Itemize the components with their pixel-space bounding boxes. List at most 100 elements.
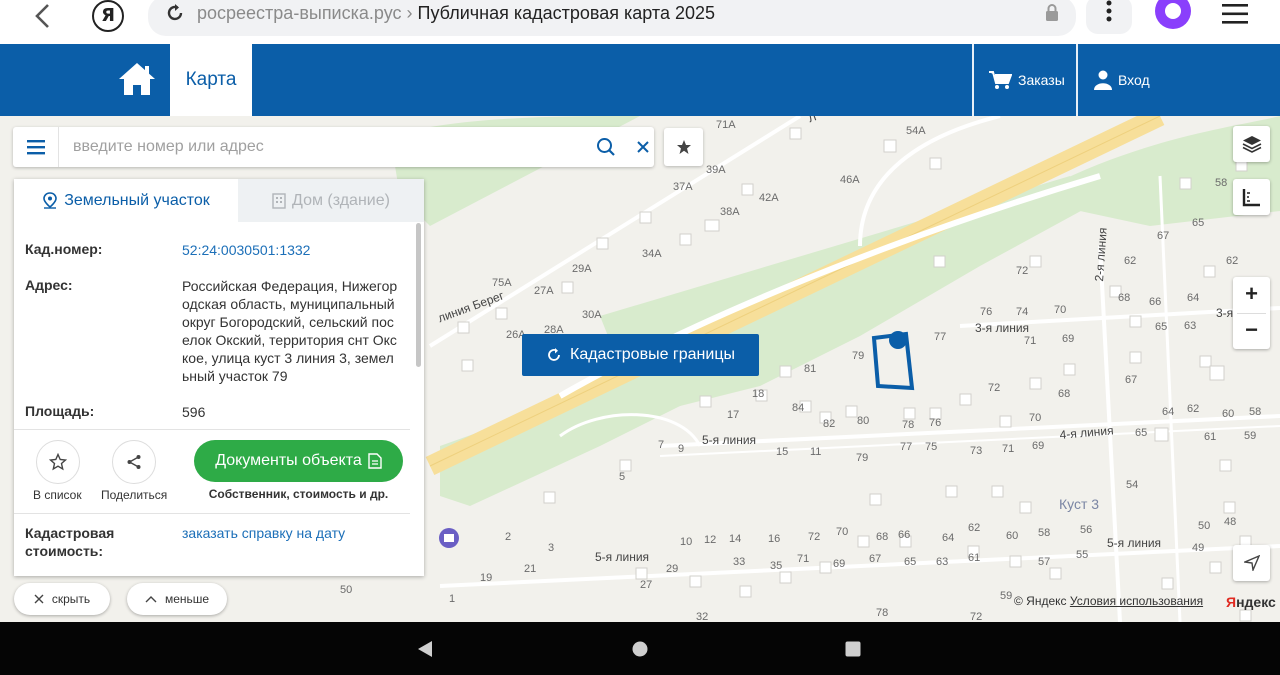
cad-number-label: Кад.номер: <box>25 241 103 257</box>
cadastral-boundaries-button[interactable]: Кадастровые границы <box>522 334 759 376</box>
orders-label: Заказы <box>1018 72 1065 88</box>
place-label: Куст 3 <box>1059 496 1100 512</box>
map-label: 30А <box>582 309 602 321</box>
nav-recents-icon[interactable] <box>845 641 861 657</box>
tab-map[interactable]: Карта <box>170 44 252 116</box>
panel-scrollbar[interactable] <box>416 223 421 367</box>
map-label: 1 <box>449 593 456 605</box>
user-icon <box>1094 70 1112 90</box>
map-label: 82 <box>823 418 836 430</box>
map-label: 64 <box>942 532 955 544</box>
object-info-panel: Земельный участок Дом (здание) Кад.номер… <box>14 179 424 576</box>
map-label: 70 <box>1029 412 1042 424</box>
back-arrow-icon[interactable] <box>28 2 60 34</box>
url-host: росреестра-выписка.рус <box>197 3 402 23</box>
map-copyright: © Яндекс Условия использования <box>1014 594 1203 608</box>
star-outline-icon <box>49 453 67 471</box>
yandex-browser-icon[interactable]: Я <box>92 0 124 32</box>
map-label: 77 <box>934 331 947 343</box>
reload-icon[interactable] <box>164 2 186 24</box>
ruler-button[interactable] <box>1233 179 1270 215</box>
map-label: 65 <box>1192 217 1205 229</box>
object-documents-button[interactable]: Документы объекта <box>194 440 403 482</box>
login-button[interactable]: Вход <box>1094 44 1150 116</box>
map-label: 58 <box>1215 177 1228 189</box>
area-label: Площадь: <box>25 403 95 419</box>
map-label: 7 <box>658 439 665 451</box>
map-label: 60 <box>1222 408 1235 420</box>
add-to-list-label: В список <box>33 488 82 502</box>
alice-assistant-icon[interactable] <box>1154 0 1192 30</box>
map-label: 74 <box>1016 306 1029 318</box>
url-text[interactable]: росреестра-выписка.рус › Публичная кадас… <box>197 3 715 24</box>
layers-button[interactable] <box>1233 126 1270 162</box>
terms-link[interactable]: Условия использования <box>1070 594 1203 608</box>
search-bar <box>13 127 654 167</box>
map-label: 61 <box>968 552 981 564</box>
map-label: 57 <box>1038 556 1051 568</box>
lock-icon <box>1046 4 1058 21</box>
header-divider <box>972 44 974 116</box>
map-label: 50 <box>340 584 353 596</box>
map-label: 65 <box>904 556 917 568</box>
zoom-in-button[interactable]: + <box>1233 277 1270 313</box>
browser-toolbar: Я росреестра-выписка.рус › Публичная кад… <box>0 0 1280 44</box>
yandex-logo-letter: Я <box>1226 594 1237 610</box>
login-label: Вход <box>1118 72 1150 88</box>
share-button[interactable] <box>112 440 156 484</box>
hide-button[interactable]: скрыть <box>14 583 110 615</box>
search-menu-button[interactable] <box>13 127 59 167</box>
map-label: 78 <box>876 607 889 619</box>
map-label: 72 <box>808 531 821 543</box>
hide-label: скрыть <box>51 592 91 606</box>
map-label: 54 <box>1126 479 1139 491</box>
map-label: 65 <box>1135 427 1148 439</box>
docs-button-label: Документы объекта <box>215 452 362 469</box>
map-label: 39А <box>706 164 726 176</box>
address-label: Адрес: <box>25 277 73 293</box>
favorites-button[interactable] <box>664 128 703 166</box>
address-value: Российская Федерация, Нижегородская обла… <box>182 278 398 384</box>
order-certificate-link[interactable]: заказать справку на дату <box>182 524 345 542</box>
map-label: 67 <box>1157 230 1170 242</box>
less-button[interactable]: меньше <box>127 583 227 615</box>
map-label: 72 <box>988 382 1001 394</box>
map-label: 35 <box>770 560 783 572</box>
search-input[interactable] <box>73 136 573 158</box>
orders-button[interactable]: Заказы <box>988 44 1065 116</box>
document-icon <box>368 453 382 469</box>
tab-house[interactable]: Дом (здание) <box>238 179 424 222</box>
map-label: 61 <box>1204 431 1217 443</box>
cad-number-value[interactable]: 52:24:0030501:1332 <box>182 241 310 259</box>
map-label: 71 <box>1024 335 1037 347</box>
copyright-text: © Яндекс <box>1014 594 1067 608</box>
browser-menu-icon[interactable] <box>1222 4 1248 24</box>
map-label: 2 <box>505 531 512 543</box>
map-label: 48 <box>1224 516 1237 528</box>
tab-land-plot[interactable]: Земельный участок <box>14 179 238 222</box>
navigation-arrow-icon <box>1243 555 1260 571</box>
add-to-list-button[interactable] <box>36 440 80 484</box>
search-icon[interactable] <box>596 137 616 157</box>
geolocation-button[interactable] <box>1233 545 1270 581</box>
layers-icon <box>1242 136 1261 153</box>
map-label: 21 <box>524 563 537 575</box>
map-label: 62 <box>1124 255 1137 267</box>
browser-more-button[interactable] <box>1086 0 1132 34</box>
site-header: Карта Заказы Вход <box>0 44 1280 116</box>
map-label: 75А <box>492 277 512 289</box>
zoom-out-button[interactable]: − <box>1233 313 1270 349</box>
map-label: 59 <box>1244 430 1257 442</box>
map-label: 77 <box>900 441 913 453</box>
close-icon[interactable] <box>635 139 651 155</box>
map-label: 71 <box>1002 443 1015 455</box>
yandex-logo-rest: ндекс <box>1236 594 1276 610</box>
home-icon[interactable] <box>116 60 158 98</box>
map-label: 70 <box>836 526 849 538</box>
map-label: 27 <box>640 579 653 591</box>
map-label: 50 <box>1198 520 1211 532</box>
map-label: 63 <box>936 556 949 568</box>
nav-back-icon[interactable] <box>416 640 434 658</box>
nav-home-icon[interactable] <box>632 641 648 657</box>
header-divider <box>1076 44 1078 116</box>
